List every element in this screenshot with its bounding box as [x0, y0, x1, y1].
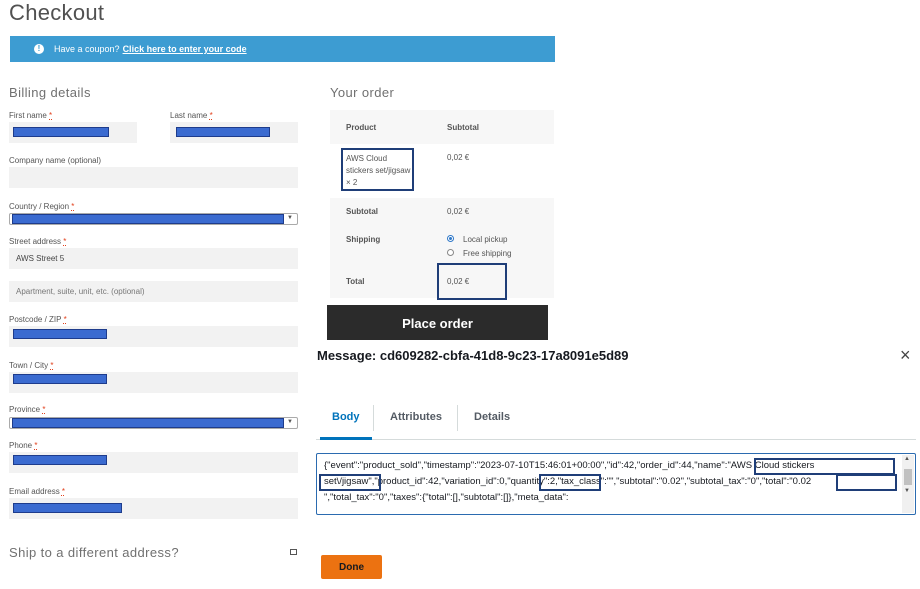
local-pickup-radio[interactable] — [447, 235, 454, 242]
subtotal-value: 0,02 € — [447, 207, 470, 216]
chevron-down-icon: ▼ — [287, 419, 293, 425]
country-label: Country / Region * — [9, 202, 75, 211]
highlight-box — [319, 474, 381, 491]
scroll-up-icon[interactable]: ▲ — [904, 456, 910, 462]
coupon-notice: ! Have a coupon? Click here to enter you… — [10, 36, 555, 62]
chevron-down-icon: ▼ — [287, 215, 293, 221]
postcode-field[interactable] — [9, 326, 298, 347]
shipping-option: Local pickup — [463, 235, 508, 244]
first-name-label: First name * — [9, 111, 53, 120]
message-body-textarea[interactable]: {"event":"product_sold","timestamp":"202… — [316, 453, 916, 515]
redaction-box — [13, 127, 109, 137]
tab-body[interactable]: Body — [332, 411, 360, 423]
body-line: set\/jigsaw","product_id":42,"variation_… — [324, 476, 812, 487]
ship-different-checkbox[interactable] — [290, 549, 297, 555]
place-order-button[interactable]: Place order — [327, 305, 548, 340]
redaction-box — [12, 418, 284, 428]
country-select[interactable]: ▼ — [9, 213, 298, 225]
shipping-option: Free shipping — [463, 249, 512, 258]
page-title: Checkout — [9, 0, 105, 25]
company-field[interactable] — [9, 167, 298, 188]
tab-attributes[interactable]: Attributes — [390, 411, 442, 423]
tab-divider — [373, 405, 374, 431]
total-label: Total — [346, 277, 365, 286]
apartment-placeholder: Apartment, suite, unit, etc. (optional) — [16, 287, 145, 296]
scrollbar[interactable]: ▲ ▼ — [902, 455, 914, 513]
done-button[interactable]: Done — [321, 555, 382, 579]
highlight-box — [341, 148, 414, 191]
ship-different-label: Ship to a different address? — [9, 545, 179, 560]
item-price: 0,02 € — [447, 153, 470, 162]
email-label: Email address * — [9, 487, 66, 496]
highlight-box — [836, 474, 897, 491]
message-title: Message: cd609282-cbfa-41d8-9c23-17a8091… — [317, 348, 629, 363]
subtotal-label: Subtotal — [346, 207, 378, 216]
redaction-box — [13, 329, 107, 339]
tab-details[interactable]: Details — [474, 411, 510, 423]
order-title: Your order — [330, 85, 395, 100]
first-name-field[interactable] — [9, 122, 137, 143]
close-icon[interactable]: × — [900, 346, 911, 364]
province-select[interactable]: ▼ — [9, 417, 298, 429]
company-label: Company name (optional) — [9, 156, 102, 165]
phone-field[interactable] — [9, 452, 298, 473]
last-name-field[interactable] — [170, 122, 298, 143]
scroll-down-icon[interactable]: ▼ — [904, 488, 910, 494]
apartment-field[interactable]: Apartment, suite, unit, etc. (optional) — [9, 281, 298, 302]
highlight-box — [539, 474, 601, 491]
last-name-label: Last name * — [170, 111, 213, 120]
redaction-box — [176, 127, 270, 137]
billing-title: Billing details — [9, 85, 91, 100]
body-line: ","total_tax":"0","taxes":{"total":[],"s… — [324, 492, 569, 503]
tab-divider — [457, 405, 458, 431]
col-product: Product — [346, 123, 377, 132]
city-label: Town / City * — [9, 361, 54, 370]
street-field[interactable]: AWS Street 5 — [9, 248, 298, 269]
street-label: Street address * — [9, 237, 67, 246]
redaction-box — [13, 503, 122, 513]
highlight-box — [437, 263, 507, 300]
phone-label: Phone * — [9, 441, 38, 450]
city-field[interactable] — [9, 372, 298, 393]
email-field[interactable] — [9, 498, 298, 519]
coupon-text: Have a coupon? — [54, 44, 120, 54]
redaction-box — [13, 455, 107, 465]
tabs-border — [316, 439, 916, 440]
free-shipping-radio[interactable] — [447, 249, 454, 256]
active-tab-indicator — [320, 437, 372, 440]
redaction-box — [13, 374, 107, 384]
street-value: AWS Street 5 — [16, 254, 65, 263]
coupon-link[interactable]: Click here to enter your code — [123, 44, 247, 54]
highlight-box — [754, 458, 895, 475]
redaction-box — [12, 214, 284, 224]
shipping-label: Shipping — [346, 235, 381, 244]
scroll-thumb[interactable] — [904, 469, 912, 485]
info-icon: ! — [34, 44, 44, 54]
province-label: Province * — [9, 405, 46, 414]
postcode-label: Postcode / ZIP * — [9, 315, 67, 324]
col-subtotal: Subtotal — [447, 123, 479, 132]
